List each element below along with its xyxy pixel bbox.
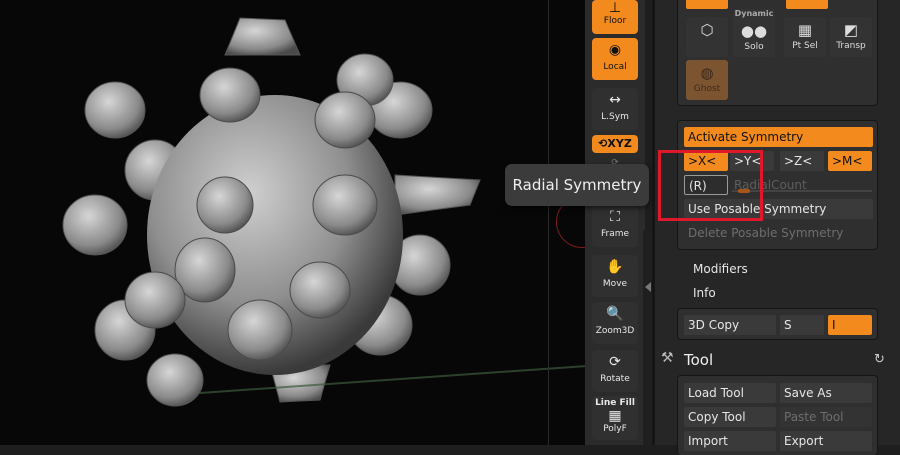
m-symmetry-button[interactable]: >M< [828, 151, 872, 171]
right-shelf: ⊥ Floor ◉ Local ↔ L.Sym ⟲XYZ ⟳ ⛶ Frame ✋… [585, 0, 645, 445]
transp-label: Transp [836, 41, 866, 51]
3d-viewport[interactable] [0, 0, 585, 445]
move-label: Move [602, 279, 628, 289]
ghost-icon: ◍ [700, 64, 714, 82]
radial-symmetry-button[interactable]: (R) [684, 175, 728, 195]
tool-palette: ⬡ Dynamic ●● Solo ▦ Pt Sel ◩ Transp ◍ Gh… [655, 0, 900, 455]
xyz-button[interactable]: ⟲XYZ [592, 135, 638, 153]
top-orange-button-1[interactable] [686, 0, 728, 9]
lsym-icon: ↔ [609, 92, 621, 108]
radial-count-slider[interactable]: RadialCount [732, 175, 872, 195]
frame-label: Frame [600, 229, 630, 239]
modifiers-header[interactable]: Modifiers [693, 262, 748, 276]
move-button[interactable]: ✋ Move [592, 255, 638, 297]
3d-copy-button[interactable]: 3D Copy [684, 315, 776, 335]
ptsel-label: Pt Sel [792, 41, 818, 51]
paste-tool-button[interactable]: Paste Tool [780, 407, 872, 427]
top-orange-button-2[interactable] [786, 0, 828, 9]
subtool-options-group: ⬡ Dynamic ●● Solo ▦ Pt Sel ◩ Transp ◍ Gh… [677, 0, 878, 106]
radial-symmetry-tooltip: Radial Symmetry [505, 164, 649, 206]
rotate-label: Rotate [600, 374, 630, 384]
z-symmetry-button[interactable]: >Z< [780, 151, 824, 171]
local-button[interactable]: ◉ Local [592, 38, 638, 80]
zoom-icon: 🔍 [606, 306, 624, 322]
hand-icon: ✋ [606, 259, 624, 275]
rotate-icon: ⟳ [609, 354, 621, 370]
frame-button[interactable]: ⛶ Frame [592, 205, 638, 247]
info-header[interactable]: Info [693, 286, 716, 300]
floor-icon: ⊥ [608, 0, 622, 16]
rotate-button[interactable]: ⟳ Rotate [592, 350, 638, 392]
tool-palette-title[interactable]: Tool [684, 351, 713, 369]
s-button[interactable]: S [780, 315, 824, 335]
slider-knob[interactable] [738, 189, 750, 193]
grid-icon: ▦ [797, 21, 813, 39]
delete-posable-symmetry-button[interactable]: Delete Posable Symmetry [684, 223, 873, 243]
activate-symmetry-button[interactable]: Activate Symmetry [684, 127, 873, 147]
floor-button[interactable]: ⊥ Floor [592, 0, 638, 34]
y-symmetry-button[interactable]: >Y< [730, 151, 774, 171]
import-button[interactable]: Import [684, 431, 776, 451]
transparency-icon: ◩ [843, 21, 859, 39]
i-button[interactable]: I [828, 315, 872, 335]
tool-group: Load Tool Save As Copy Tool Paste Tool I… [677, 375, 878, 455]
ptsel-button[interactable]: ▦ Pt Sel [784, 17, 826, 57]
linefill-button[interactable]: Line Fill ▦ PolyF [592, 396, 638, 440]
cube-tile[interactable]: ⬡ [686, 17, 728, 57]
lsym-label: L.Sym [601, 112, 629, 122]
xyz-icon: ⟲ [598, 137, 608, 150]
symmetry-group: Activate Symmetry >X< >Y< >Z< >M< (R) Ra… [677, 120, 878, 250]
polyframe-icon: ▦ [608, 408, 622, 424]
hammer-icon: ⚒ [661, 350, 674, 366]
ghost-label: Ghost [693, 84, 721, 94]
frame-icon: ⛶ [610, 209, 620, 225]
viewport-divider [548, 0, 549, 445]
x-symmetry-button[interactable]: >X< [684, 151, 728, 171]
sculpt-model [62, 17, 481, 407]
solo-label: Solo [744, 42, 764, 52]
solo-button[interactable]: Dynamic ●● Solo [733, 9, 775, 57]
export-button[interactable]: Export [780, 431, 872, 451]
refresh-icon[interactable]: ↻ [874, 352, 885, 367]
use-posable-symmetry-button[interactable]: Use Posable Symmetry [684, 199, 873, 219]
ghost-button[interactable]: ◍ Ghost [686, 60, 728, 100]
solo-icon: ●● [740, 22, 768, 40]
local-label: Local [603, 62, 627, 72]
transp-button[interactable]: ◩ Transp [830, 17, 872, 57]
slider-track [732, 190, 872, 192]
dynamic-label: Dynamic [734, 9, 774, 18]
save-as-button[interactable]: Save As [780, 383, 872, 403]
load-tool-button[interactable]: Load Tool [684, 383, 776, 403]
zoom3d-label: Zoom3D [595, 326, 635, 336]
copy-tool-button[interactable]: Copy Tool [684, 407, 776, 427]
polyf-label: PolyF [603, 424, 627, 434]
collapse-arrow-icon[interactable] [645, 282, 651, 292]
cube-icon: ⬡ [700, 21, 714, 39]
zoom3d-button[interactable]: 🔍 Zoom3D [592, 302, 638, 344]
local-icon: ◉ [608, 42, 622, 58]
copy-group: 3D Copy S I [677, 308, 878, 340]
linefill-label: Line Fill [595, 398, 635, 408]
floor-label: Floor [603, 16, 627, 26]
lsym-button[interactable]: ↔ L.Sym [592, 88, 638, 130]
xyz-label: XYZ [607, 137, 632, 150]
